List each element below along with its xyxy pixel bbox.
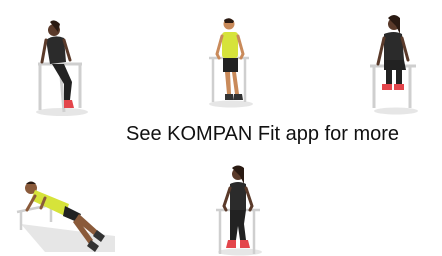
exercise-figure-4: [16, 181, 115, 252]
shadow-icon: [218, 248, 262, 256]
caption-text: See KOMPAN Fit app for more: [126, 123, 400, 145]
exercise-figure-1: [36, 20, 88, 116]
exercise-figure-2: [209, 18, 253, 108]
bench-icon: [370, 64, 416, 108]
exercise-figure-3: [370, 15, 418, 115]
exercise-figure-5: [216, 165, 262, 256]
shadow-icon: [374, 107, 418, 115]
shadow-icon: [209, 100, 253, 108]
exercise-sheet: { "caption": "See KOMPAN Fit app for mor…: [0, 0, 442, 256]
shadow-icon: [36, 108, 88, 116]
